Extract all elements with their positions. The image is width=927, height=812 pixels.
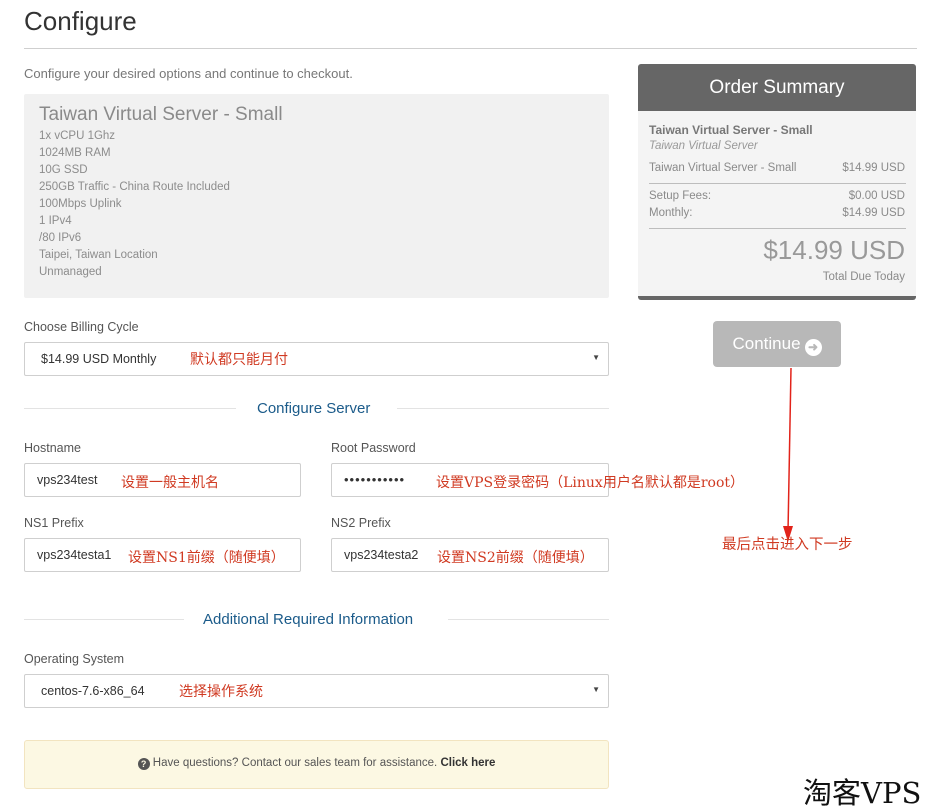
spec-line: 1024MB RAM [39,147,111,159]
configure-server-heading: Configure Server [257,400,371,417]
spec-line: Unmanaged [39,266,102,278]
section-divider [448,619,609,620]
password-value: ••••••••••• [344,472,406,487]
ns2-label: NS2 Prefix [331,516,391,530]
hostname-value: vps234test [37,473,98,487]
annotation-arrow [783,367,793,542]
billing-cycle-label: Choose Billing Cycle [24,320,139,334]
setup-fees-label: Setup Fees: [649,190,712,202]
billing-cycle-select[interactable]: $14.99 USD Monthly 默认都只能月付 ▼ [24,342,609,376]
ns2-annotation: 设置NS2前缀（随便填） [437,550,594,566]
chevron-down-icon: ▼ [592,685,600,694]
contact-sales-link[interactable]: Click here [440,757,495,769]
arrow-circle-right-icon: ➜ [804,339,822,356]
annotation-arrow-line [787,367,792,533]
ns1-prefix-field[interactable]: vps234testa1 设置NS1前缀（随便填） [24,538,301,572]
continue-label: Continue [732,334,801,353]
os-value: centos-7.6-x86_64 [41,684,145,698]
ns2-prefix-field[interactable]: vps234testa2 设置NS2前缀（随便填） [331,538,609,572]
product-name: Taiwan Virtual Server - Small [39,104,283,125]
spec-line: 100Mbps Uplink [39,198,122,210]
additional-info-heading: Additional Required Information [203,611,414,628]
password-annotation: 设置VPS登录密码（Linux用户名默认都是root） [436,475,744,491]
help-text: Have questions? Contact our sales team f… [152,757,438,769]
spec-line: 1x vCPU 1Ghz [39,130,116,142]
os-label: Operating System [24,652,125,666]
ns1-label: NS1 Prefix [24,516,84,530]
spec-line: /80 IPv6 [39,232,82,244]
billing-cycle-value: $14.99 USD Monthly [41,352,157,366]
title-divider [24,48,917,49]
continue-annotation: 最后点击进入下一步 [722,537,853,553]
help-banner: ? Have questions? Contact our sales team… [24,740,609,789]
spec-line: Taipei, Taiwan Location [39,249,158,261]
page-title: Configure [24,6,137,36]
hostname-annotation: 设置一般主机名 [121,475,219,491]
hostname-label: Hostname [24,441,81,455]
product-info-box: Taiwan Virtual Server - Small 1x vCPU 1G… [24,94,609,298]
summary-product-group: Taiwan Virtual Server [649,140,758,152]
product-specs: 1x vCPU 1Ghz 1024MB RAM 10G SSD 250GB Tr… [39,128,230,281]
ns2-value: vps234testa2 [344,548,419,562]
spec-line: 250GB Traffic - China Route Included [39,181,230,193]
os-annotation: 选择操作系统 [179,684,263,700]
monthly-label: Monthly: [649,207,693,219]
order-summary-panel: Order Summary Taiwan Virtual Server - Sm… [638,64,916,300]
total-due-amount: $14.99 USD [763,235,905,265]
summary-line-price: $14.99 USD [842,162,905,174]
root-password-label: Root Password [331,441,416,455]
monthly-value: $14.99 USD [842,207,905,219]
hostname-field[interactable]: vps234test 设置一般主机名 [24,463,301,497]
setup-fees-value: $0.00 USD [848,190,905,202]
section-divider [397,408,609,409]
question-circle-icon: ? [137,758,150,770]
summary-line-item: Taiwan Virtual Server - Small [649,162,797,174]
summary-divider [649,183,906,184]
ns1-value: vps234testa1 [37,548,112,562]
chevron-down-icon: ▼ [592,353,600,362]
spec-line: 1 IPv4 [39,215,72,227]
total-due-label: Total Due Today [822,271,905,283]
order-summary-heading: Order Summary [638,64,916,111]
billing-annotation: 默认都只能月付 [190,352,288,368]
summary-divider [649,228,906,229]
intro-text: Configure your desired options and conti… [24,66,353,81]
summary-product-name: Taiwan Virtual Server - Small [649,123,813,137]
spec-line: 10G SSD [39,164,88,176]
os-select[interactable]: centos-7.6-x86_64 选择操作系统 ▼ [24,674,609,708]
section-divider [24,619,184,620]
section-divider [24,408,236,409]
ns1-annotation: 设置NS1前缀（随便填） [128,550,285,566]
